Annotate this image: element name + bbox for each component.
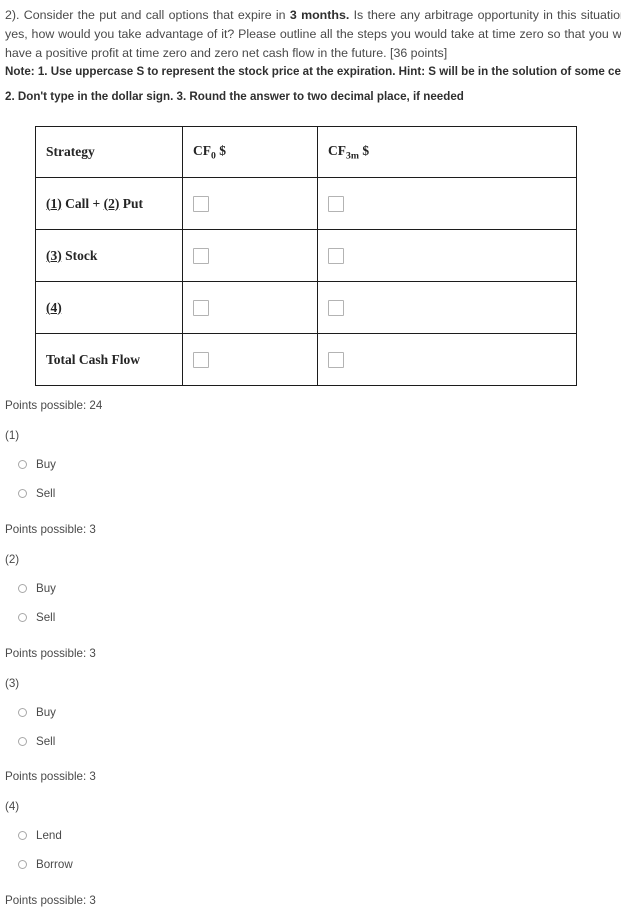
radio-icon[interactable] — [18, 460, 27, 469]
radio-label: Buy — [36, 582, 56, 595]
radio-icon[interactable] — [18, 860, 27, 869]
points-possible-1: Points possible: 3 — [5, 523, 96, 536]
question-text-before: 2). Consider the put and call options th… — [5, 8, 290, 22]
header-cf3m-prefix: CF — [328, 142, 346, 158]
question-prose: 2). Consider the put and call options th… — [5, 6, 621, 63]
radio-label: Buy — [36, 458, 56, 471]
header-cf0: CF0 $ — [182, 126, 318, 178]
radio-label: Sell — [36, 487, 56, 500]
radio-option-3-buy[interactable]: Buy — [18, 706, 56, 719]
row-label-four: (4) — [35, 281, 183, 334]
answer-cell-cf0-row1[interactable] — [182, 177, 318, 230]
note-line-2: 2. Don't type in the dollar sign. 3. Rou… — [5, 90, 464, 103]
radio-option-1-sell[interactable]: Sell — [18, 487, 55, 500]
radio-icon[interactable] — [18, 584, 27, 593]
question-bold-phrase: 3 months. — [289, 8, 350, 22]
subquestion-label-4: (4) — [5, 800, 20, 813]
radio-option-1-buy[interactable]: Buy — [18, 458, 56, 471]
answer-input-box[interactable] — [193, 195, 209, 212]
points-possible-2: Points possible: 3 — [5, 647, 96, 660]
cash-flow-table: Strategy CF0 $ CF3m $ (1) Call + (2) Put… — [35, 126, 577, 386]
radio-icon[interactable] — [18, 613, 27, 622]
answer-cell-cf3m-row1[interactable] — [317, 177, 577, 230]
header-strategy: Strategy — [35, 126, 183, 178]
table-row: Total Cash Flow — [35, 333, 577, 386]
header-cf0-suffix: $ — [215, 142, 226, 158]
answer-input-box[interactable] — [328, 195, 344, 212]
radio-option-2-buy[interactable]: Buy — [18, 582, 56, 595]
answer-cell-cf3m-total[interactable] — [317, 333, 577, 386]
answer-cell-cf0-total[interactable] — [182, 333, 318, 386]
header-cf0-prefix: CF — [193, 142, 211, 158]
subquestion-label-1: (1) — [5, 429, 20, 442]
table-row: (4) — [35, 281, 577, 334]
subquestion-label-2: (2) — [5, 553, 20, 566]
radio-icon[interactable] — [18, 708, 27, 717]
radio-label: Sell — [36, 611, 56, 624]
radio-icon[interactable] — [18, 831, 27, 840]
radio-icon[interactable] — [18, 489, 27, 498]
note-line-1: Note: 1. Use uppercase S to represent th… — [5, 65, 621, 78]
radio-option-2-sell[interactable]: Sell — [18, 611, 55, 624]
radio-label: Buy — [36, 706, 56, 719]
answer-cell-cf3m-row3[interactable] — [317, 281, 577, 334]
radio-option-4-lend[interactable]: Lend — [18, 829, 62, 842]
row-label-total-cash-flow: Total Cash Flow — [35, 333, 183, 386]
points-possible-table: Points possible: 24 — [5, 399, 103, 412]
answer-cell-cf0-row2[interactable] — [182, 229, 318, 282]
answer-input-box[interactable] — [193, 351, 209, 368]
row-label-underline-1: (3) — [46, 247, 62, 263]
header-cf3m-subscript: 3m — [346, 150, 359, 162]
header-cf3m: CF3m $ — [317, 126, 577, 178]
answer-input-box[interactable] — [193, 299, 209, 316]
row-label-mid: Call + — [61, 195, 104, 211]
radio-icon[interactable] — [18, 737, 27, 746]
table-header-row: Strategy CF0 $ CF3m $ — [35, 126, 577, 178]
answer-cell-cf3m-row2[interactable] — [317, 229, 577, 282]
table-row: (3) Stock — [35, 229, 577, 282]
row-label-underline-1: (1) — [46, 195, 62, 211]
answer-input-box[interactable] — [328, 247, 344, 264]
radio-option-3-sell[interactable]: Sell — [18, 735, 55, 748]
row-label-tail: Put — [119, 195, 143, 211]
points-possible-4: Points possible: 3 — [5, 894, 96, 907]
row-label-tail: Stock — [61, 247, 98, 263]
answer-cell-cf0-row3[interactable] — [182, 281, 318, 334]
points-possible-3: Points possible: 3 — [5, 770, 96, 783]
radio-label: Borrow — [36, 858, 73, 871]
radio-option-4-borrow[interactable]: Borrow — [18, 858, 73, 871]
answer-input-box[interactable] — [328, 299, 344, 316]
row-label-call-put: (1) Call + (2) Put — [35, 177, 183, 230]
header-cf3m-suffix: $ — [358, 142, 370, 158]
answer-input-box[interactable] — [328, 351, 344, 368]
subquestion-label-3: (3) — [5, 677, 20, 690]
table-row: (1) Call + (2) Put — [35, 177, 577, 230]
radio-label: Sell — [36, 735, 56, 748]
row-label-stock: (3) Stock — [35, 229, 183, 282]
row-label-underline-2: (2) — [103, 195, 120, 211]
radio-label: Lend — [36, 829, 62, 842]
answer-input-box[interactable] — [193, 247, 209, 264]
row-label-underline-1: (4) — [46, 299, 62, 315]
